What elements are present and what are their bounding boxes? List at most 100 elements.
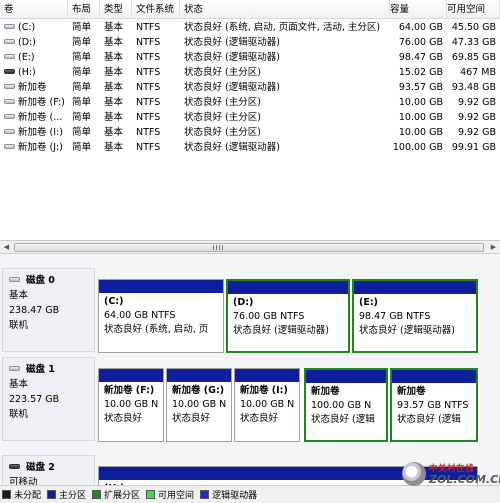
free-space-cell: 69.85 GB bbox=[451, 52, 496, 63]
partition-name: (C:) bbox=[104, 296, 124, 307]
column-header-type[interactable]: 类型 bbox=[100, 0, 132, 19]
partition-type-bar bbox=[235, 369, 299, 382]
partition-strip: 新加卷 (F:) 10.00 GB N 状态良好 新加卷 (G:) 10.00 GB N… bbox=[98, 368, 480, 442]
drive-icon bbox=[4, 24, 15, 29]
partition-text: 新加卷 (F:) 10.00 GB N 状态良好 bbox=[99, 382, 163, 426]
volume-row[interactable]: (C:) 简单 基本 NTFS 状态良好 (系统, 启动, 页面文件, 活动, 主分区)… bbox=[0, 20, 500, 35]
disk-info-panel[interactable]: 磁盘 0 基本 238.47 GB 联机 bbox=[2, 268, 95, 352]
free-space-cell: 99.91 GB bbox=[451, 142, 496, 153]
volume-list-header: 卷 布局 类型 文件系统 状态 容量 可用空间 bbox=[0, 0, 500, 19]
volume-name-label: (D:) bbox=[18, 37, 36, 48]
legend-label: 未分配 bbox=[14, 491, 42, 501]
volume-row[interactable]: 新加卷 (... 简单 基本 NTFS 状态良好 (主分区) 10.00 GB 9.92 G… bbox=[0, 110, 500, 125]
partition-text: 新加卷 (I:) 10.00 GB N 状态良好 bbox=[235, 382, 299, 426]
column-header-capacity[interactable]: 容量 bbox=[390, 0, 447, 19]
volume-name-label: 新加卷 bbox=[18, 82, 47, 93]
horizontal-scrollbar[interactable]: ◀ ▶ bbox=[0, 240, 500, 254]
disk-type: 基本 bbox=[9, 379, 29, 390]
free-space-cell: 9.92 GB bbox=[457, 112, 496, 123]
drive-icon bbox=[4, 39, 15, 44]
partition-status: 状态良好 (逻辑 bbox=[311, 414, 375, 425]
partition-size: 10.00 GB N bbox=[240, 399, 295, 410]
free-space-cell: 9.92 GB bbox=[457, 127, 496, 138]
column-header-layout[interactable]: 布局 bbox=[68, 0, 100, 19]
partition-size: 10.00 GB N bbox=[104, 399, 159, 410]
filesystem-cell: NTFS bbox=[136, 67, 161, 78]
volume-name-label: (E:) bbox=[18, 52, 35, 63]
column-header-status[interactable]: 状态 bbox=[180, 0, 390, 19]
partition-status: 状态良好 bbox=[240, 413, 279, 424]
scroll-right-icon[interactable]: ▶ bbox=[489, 243, 498, 252]
disk-name: 磁盘 1 bbox=[9, 362, 94, 377]
partition-block[interactable]: 新加卷 (G:) 10.00 GB N 状态良好 bbox=[166, 368, 232, 442]
partition-block[interactable]: 新加卷 100.00 GB N 状态良好 (逻辑 bbox=[304, 368, 388, 442]
disk-icon bbox=[9, 277, 20, 282]
column-header-volume[interactable]: 卷 bbox=[0, 0, 68, 19]
partition-name: 新加卷 (F:) bbox=[104, 385, 155, 396]
partition-type-bar bbox=[228, 281, 348, 294]
legend-swatch bbox=[2, 490, 11, 499]
type-cell: 基本 bbox=[104, 82, 124, 93]
type-cell: 基本 bbox=[104, 127, 124, 138]
disk-name-label: 磁盘 2 bbox=[26, 462, 55, 473]
volume-row[interactable]: (H:) 简单 基本 NTFS 状态良好 (主分区) 15.02 GB 467 MB bbox=[0, 65, 500, 80]
volume-name: (D:) bbox=[0, 35, 68, 50]
status-cell: 状态良好 (主分区) bbox=[184, 127, 261, 138]
type-cell: 基本 bbox=[104, 97, 124, 108]
capacity-cell: 93.57 GB bbox=[398, 82, 443, 93]
volume-row[interactable]: 新加卷 (J:) 简单 基本 NTFS 状态良好 (逻辑驱动器) 100.00 GB 99.… bbox=[0, 140, 500, 155]
volume-name-label: 新加卷 (I:) bbox=[18, 127, 63, 138]
status-cell: 状态良好 (逻辑驱动器) bbox=[184, 82, 280, 93]
layout-cell: 简单 bbox=[72, 37, 92, 48]
volume-name-label: (H:) bbox=[18, 67, 36, 78]
disk-state: 联机 bbox=[9, 320, 29, 331]
removable-drive-icon bbox=[4, 69, 15, 74]
status-cell: 状态良好 (主分区) bbox=[184, 97, 261, 108]
disk-size: 223.57 GB bbox=[9, 394, 60, 405]
partition-block[interactable]: 新加卷 (I:) 10.00 GB N 状态良好 bbox=[234, 368, 300, 442]
column-header-filesystem[interactable]: 文件系统 bbox=[132, 0, 180, 19]
free-space-cell: 9.92 GB bbox=[457, 97, 496, 108]
partition-type-bar bbox=[306, 370, 386, 383]
partition-name: 新加卷 (G:) bbox=[172, 385, 225, 396]
partition-text: (C:) 64.00 GB NTFS 状态良好 (系统, 启动, 页 bbox=[99, 293, 223, 337]
volume-row[interactable]: 新加卷 简单 基本 NTFS 状态良好 (逻辑驱动器) 93.57 GB 93.48 GB bbox=[0, 80, 500, 95]
partition-name: 新加卷 bbox=[397, 386, 426, 397]
capacity-cell: 64.00 GB bbox=[398, 22, 443, 33]
filesystem-cell: NTFS bbox=[136, 52, 161, 63]
disk-info-panel[interactable]: 磁盘 2 可移动 bbox=[2, 455, 95, 485]
disk-info-panel[interactable]: 磁盘 1 基本 223.57 GB 联机 bbox=[2, 357, 95, 441]
disk-name: 磁盘 2 bbox=[9, 460, 94, 475]
removable-disk-icon bbox=[9, 464, 20, 469]
volume-row[interactable]: 新加卷 (I:) 简单 基本 NTFS 状态良好 (主分区) 10.00 GB 9.92 G… bbox=[0, 125, 500, 140]
partition-strip: (C:) 64.00 GB NTFS 状态良好 (系统, 启动, 页 (D:) 76.0… bbox=[98, 279, 480, 353]
disk-name-label: 磁盘 1 bbox=[26, 364, 55, 375]
volume-list[interactable]: 卷 布局 类型 文件系统 状态 容量 可用空间 (C:) 简单 基本 NTFS 状态良好… bbox=[0, 0, 500, 240]
volume-name-label: (C:) bbox=[18, 22, 36, 33]
disk-row: 磁盘 1 基本 223.57 GB 联机 新加卷 (F:) 10.00 GB N 状态良好新… bbox=[0, 355, 500, 443]
layout-cell: 简单 bbox=[72, 67, 92, 78]
scroll-thumb[interactable] bbox=[14, 243, 484, 252]
partition-block[interactable]: 新加卷 93.57 GB NTFS 状态良好 (逻辑 bbox=[390, 368, 478, 442]
drive-icon bbox=[4, 114, 15, 119]
capacity-cell: 10.00 GB bbox=[398, 127, 443, 138]
partition-block[interactable]: (E:) 98.47 GB NTFS 状态良好 (逻辑驱动器) bbox=[352, 279, 478, 353]
disk-type: 可移动 bbox=[9, 477, 38, 485]
column-header-free-space[interactable]: 可用空间 bbox=[447, 0, 500, 19]
partition-block[interactable]: 新加卷 (F:) 10.00 GB N 状态良好 bbox=[98, 368, 164, 442]
partition-name: 新加卷 (I:) bbox=[240, 385, 288, 396]
volume-name: (C:) bbox=[0, 20, 68, 35]
legend-item: 可用空间 bbox=[146, 488, 194, 501]
scroll-left-icon[interactable]: ◀ bbox=[2, 243, 11, 252]
volume-row[interactable]: (E:) 简单 基本 NTFS 状态良好 (逻辑驱动器) 98.47 GB 69.85 GB bbox=[0, 50, 500, 65]
partition-block[interactable]: (C:) 64.00 GB NTFS 状态良好 (系统, 启动, 页 bbox=[98, 279, 224, 353]
layout-cell: 简单 bbox=[72, 97, 92, 108]
partition-block[interactable]: (D:) 76.00 GB NTFS 状态良好 (逻辑驱动器) bbox=[226, 279, 350, 353]
layout-cell: 简单 bbox=[72, 52, 92, 63]
layout-cell: 简单 bbox=[72, 127, 92, 138]
layout-cell: 简单 bbox=[72, 22, 92, 33]
volume-row[interactable]: 新加卷 (F:) 简单 基本 NTFS 状态良好 (主分区) 10.00 GB 9.92 G… bbox=[0, 95, 500, 110]
disk-size: 238.47 GB bbox=[9, 305, 60, 316]
zol-logo-icon bbox=[402, 462, 426, 486]
volume-row[interactable]: (D:) 简单 基本 NTFS 状态良好 (逻辑驱动器) 76.00 GB 47.33 GB bbox=[0, 35, 500, 50]
